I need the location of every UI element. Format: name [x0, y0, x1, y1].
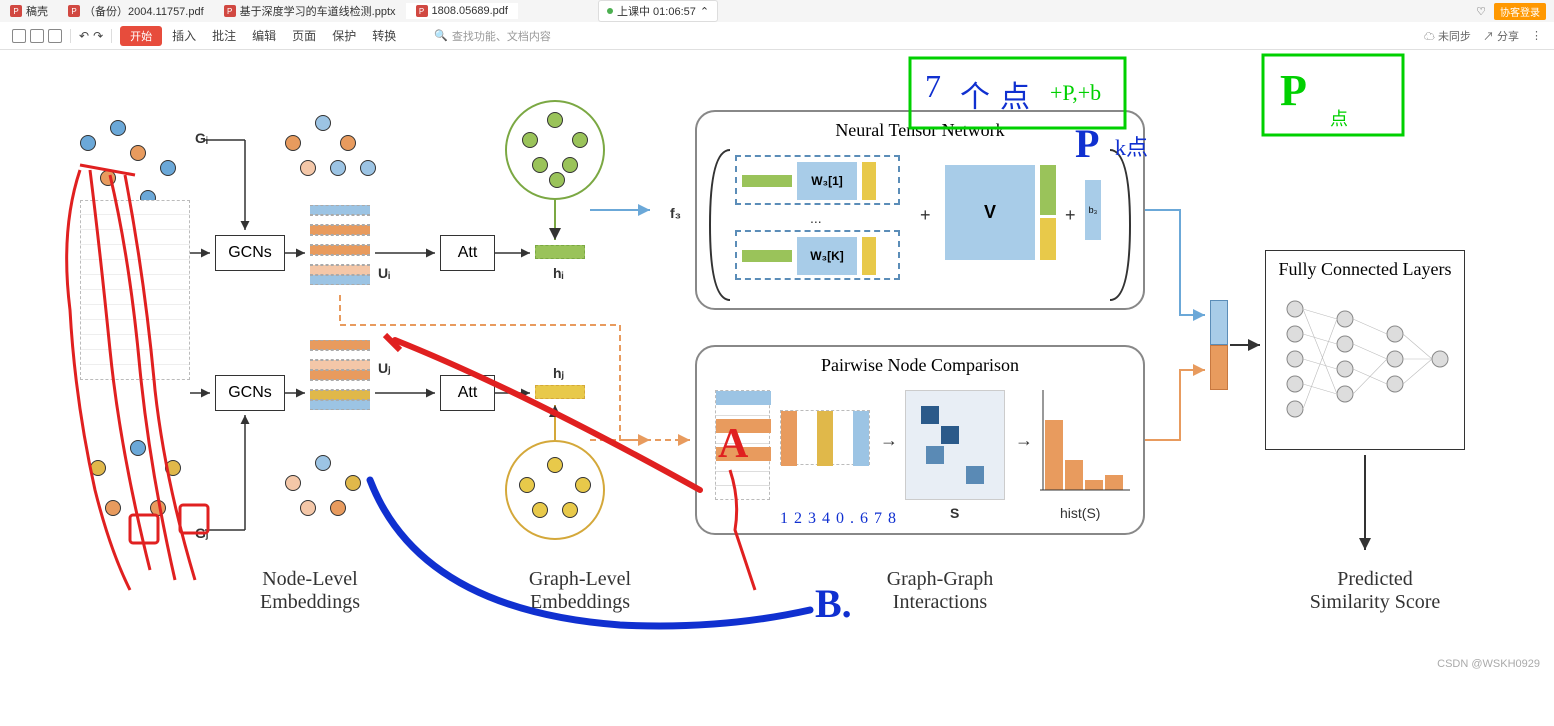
- graph-node: [80, 135, 96, 151]
- share-button[interactable]: ↗ 分享: [1483, 28, 1519, 44]
- menu-edit[interactable]: 编辑: [246, 25, 282, 46]
- search-input[interactable]: 🔍 查找功能、文档内容: [426, 26, 559, 46]
- u-j-label: Uⱼ: [378, 360, 391, 377]
- green-vec: [1040, 165, 1056, 215]
- v-block: V: [945, 165, 1035, 260]
- att-box-bot: Att: [440, 375, 495, 411]
- h-i-label: hᵢ: [553, 265, 564, 281]
- col4-label: Predicted Similarity Score: [1275, 568, 1475, 614]
- document-viewport: Gᵢ Gⱼ GCNs GCNs: [0, 50, 1554, 676]
- h-i-vector: [535, 245, 585, 259]
- redo-icon[interactable]: ↷: [93, 29, 103, 43]
- yellow-vec: [1040, 218, 1056, 260]
- arrow-2: →: [1015, 430, 1033, 451]
- fc-box: Fully Connected Layers: [1265, 250, 1465, 450]
- heart-icon[interactable]: ♡: [1476, 5, 1486, 18]
- u-i-label: Uᵢ: [378, 265, 390, 281]
- annotation-7: 7: [925, 68, 941, 105]
- menu-protect[interactable]: 保护: [326, 25, 362, 46]
- gcns-box-top: GCNs: [215, 235, 285, 271]
- g-i-label: Gᵢ: [195, 130, 208, 146]
- pdf-icon: P: [68, 5, 80, 17]
- w3-row-1: W₃[1]: [735, 155, 900, 205]
- watermark: CSDN @WSKH0929: [1437, 658, 1540, 670]
- pdf-icon: P: [10, 5, 22, 17]
- graph-node: [100, 170, 116, 186]
- toolbar: ↶ ↷ 开始 插入 批注 编辑 页面 保护 转换 🔍 查找功能、文档内容 ☁ 未…: [0, 22, 1554, 50]
- graph-node: [90, 460, 106, 476]
- graph-node: [130, 440, 146, 456]
- f3-label: f₃: [670, 205, 681, 221]
- tab-current-pdf[interactable]: P1808.05689.pdf: [406, 3, 518, 19]
- h-j-label: hⱼ: [553, 365, 564, 382]
- graph-node: [165, 460, 181, 476]
- tab-bar: P稿壳 P（备份）2004.11757.pdf P基于深度学习的车道线检测.pp…: [0, 0, 1554, 22]
- plus-1: +: [920, 205, 931, 226]
- gcns-box-bot: GCNs: [215, 375, 285, 411]
- menu-annotate[interactable]: 批注: [206, 25, 242, 46]
- open-icon[interactable]: [30, 29, 44, 43]
- hj-graph-circle: [505, 440, 605, 540]
- search-icon: 🔍: [434, 29, 448, 42]
- pnc-mat-b: [780, 410, 870, 465]
- b3-vec: b₃: [1085, 180, 1101, 240]
- arrow-1: →: [880, 430, 898, 451]
- pdf-icon: P: [416, 5, 428, 17]
- annotation-tp: +P,+b: [1050, 80, 1101, 106]
- w3-row-k: W₃[K]: [735, 230, 900, 280]
- att-box-top: Att: [440, 235, 495, 271]
- graph-node: [110, 120, 126, 136]
- concat-top: [1210, 300, 1228, 345]
- plus-2: +: [1065, 205, 1076, 226]
- tab-pptx[interactable]: P基于深度学习的车道线检测.pptx: [214, 1, 406, 21]
- col3-label: Graph-Graph Interactions: [840, 568, 1040, 614]
- graph-node: [130, 145, 146, 161]
- recording-dot: [607, 8, 613, 14]
- col1-label: Node-Level Embeddings: [220, 568, 400, 614]
- histogram: [1040, 390, 1130, 500]
- feature-grid: [80, 200, 190, 380]
- sync-status[interactable]: ☁ 未同步: [1424, 28, 1471, 44]
- s-matrix: [905, 390, 1005, 500]
- tab-backup[interactable]: P（备份）2004.11757.pdf: [58, 1, 214, 21]
- hi-graph-circle: [505, 100, 605, 200]
- menu-convert[interactable]: 转换: [366, 25, 402, 46]
- pnc-title: Pairwise Node Comparison: [697, 355, 1143, 376]
- architecture-diagram: Gᵢ Gⱼ GCNs GCNs: [50, 110, 1490, 630]
- login-button[interactable]: 协客登录: [1494, 3, 1546, 20]
- graph-node: [150, 500, 166, 516]
- annotation-P2: P: [1280, 65, 1307, 116]
- hist-label: hist(S): [1060, 505, 1100, 521]
- class-timer[interactable]: 上课中 01:06:57⌃: [598, 0, 718, 22]
- start-button[interactable]: 开始: [120, 26, 162, 46]
- ppt-icon: P: [224, 5, 236, 17]
- dropdown-icon: ⌃: [700, 5, 709, 18]
- concat-bot: [1210, 345, 1228, 390]
- u-j-stack: [310, 340, 370, 410]
- graph-node: [160, 160, 176, 176]
- graph-node: [105, 500, 121, 516]
- undo-icon[interactable]: ↶: [79, 29, 89, 43]
- new-icon[interactable]: [12, 29, 26, 43]
- more-icon[interactable]: ⋮: [1531, 29, 1542, 42]
- u-i-stack: [310, 205, 370, 285]
- col2-label: Graph-Level Embeddings: [490, 568, 670, 614]
- pnc-mat-a: [715, 390, 770, 500]
- s-label: S: [950, 505, 959, 521]
- dots: ...: [810, 210, 822, 226]
- ntn-title: Neural Tensor Network: [697, 120, 1143, 141]
- print-icon[interactable]: [48, 29, 62, 43]
- tab-home[interactable]: P稿壳: [0, 1, 58, 21]
- g-j-label: Gⱼ: [195, 525, 208, 542]
- menu-insert[interactable]: 插入: [166, 25, 202, 46]
- h-j-vector: [535, 385, 585, 399]
- menu-page[interactable]: 页面: [286, 25, 322, 46]
